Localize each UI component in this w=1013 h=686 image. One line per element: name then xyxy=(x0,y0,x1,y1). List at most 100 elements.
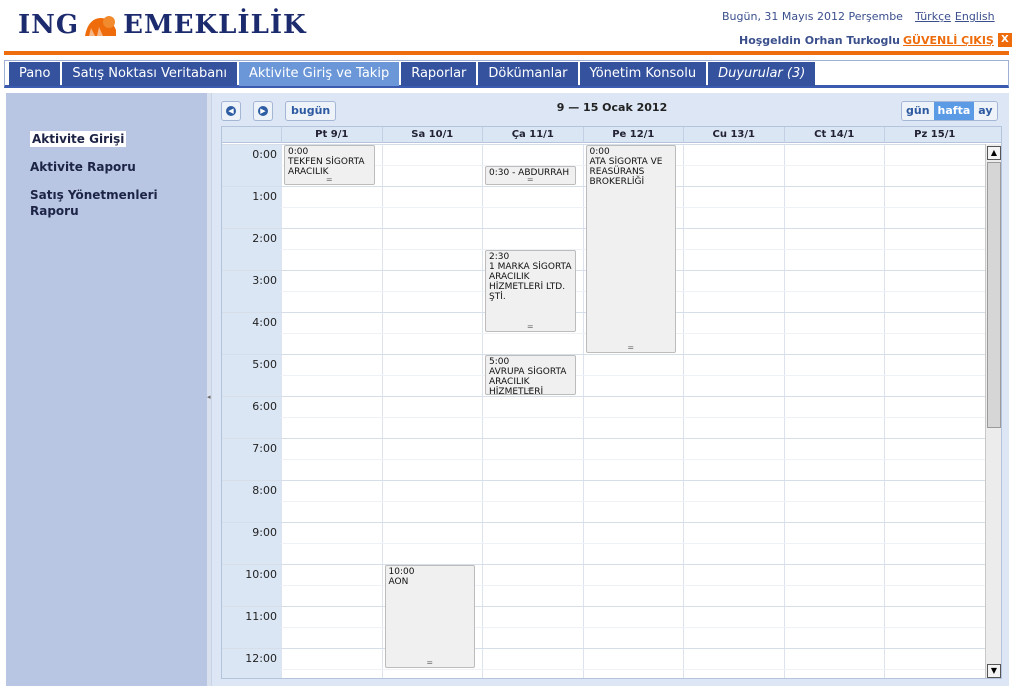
hour-label: 8:00 xyxy=(252,484,277,497)
left-sidebar: Aktivite Girişi Aktivite Raporu Satış Yöne… xyxy=(6,93,207,686)
ing-emeklilik-logo[interactable]: ING EMEKLİLİK xyxy=(18,10,307,40)
sidebar-item-label: Aktivite Raporu xyxy=(30,160,136,174)
vertical-scrollbar[interactable]: ▲ ▼ xyxy=(985,144,1001,678)
language-switcher: Türkçe English xyxy=(915,10,999,23)
day-header-row: Pt 9/1 Sa 10/1 Ça 11/1 Pe 12/1 Cu 13/1 Ct 14/… xyxy=(222,127,1001,143)
hour-label: 6:00 xyxy=(252,400,277,413)
event-title: AON xyxy=(388,577,409,587)
sidebar-menu: Aktivite Girişi Aktivite Raporu Satış Yöne… xyxy=(30,131,207,218)
day-header[interactable]: Pt 9/1 xyxy=(281,127,382,143)
half-hour-gridline xyxy=(281,375,985,376)
sidebar-item-label: Satış Yönetmenleri Raporu xyxy=(30,188,158,218)
half-hour-gridline xyxy=(281,543,985,544)
event-title: 1 MARKA SİGORTA ARACILIK HİZMETLERİ LTD.… xyxy=(489,262,572,302)
hour-gridline xyxy=(222,480,985,481)
calendar-event[interactable]: 0:00 TEKFEN SİGORTA ARACILIK = xyxy=(284,145,375,185)
hour-label: 7:00 xyxy=(252,442,277,455)
current-date: Bugün, 31 Mayıs 2012 Perşembe xyxy=(722,10,903,23)
day-header[interactable]: Cu 13/1 xyxy=(683,127,784,143)
hour-label: 12:00 xyxy=(245,652,277,665)
next-week-button[interactable]: ▶ xyxy=(253,101,273,121)
view-option[interactable]: hafta xyxy=(933,102,975,120)
hour-gridline xyxy=(222,354,985,355)
scroll-up-icon[interactable]: ▲ xyxy=(987,146,1001,160)
event-time: 0:00 xyxy=(589,147,610,157)
nav-tab[interactable]: Raporlar xyxy=(401,62,477,86)
event-time: 0:00 xyxy=(288,147,309,157)
nav-tab[interactable]: Satış Noktası Veritabanı xyxy=(62,62,238,86)
lang-english-link[interactable]: English xyxy=(955,10,995,23)
resize-handle-icon[interactable]: = xyxy=(285,176,374,184)
sidebar-item[interactable]: Aktivite Raporu xyxy=(30,159,207,175)
hour-gridline xyxy=(222,522,985,523)
lang-turkish-link[interactable]: Türkçe xyxy=(915,10,951,23)
hour-label: 11:00 xyxy=(245,610,277,623)
hour-label: 4:00 xyxy=(252,316,277,329)
hour-gridline xyxy=(222,564,985,565)
hour-label: 5:00 xyxy=(252,358,277,371)
resize-handle-icon[interactable]: = xyxy=(386,659,475,667)
resize-handle-icon[interactable]: = xyxy=(486,386,575,394)
lion-logo-icon xyxy=(83,10,119,40)
hour-gridline xyxy=(222,648,985,649)
event-title: TEKFEN SİGORTA ARACILIK xyxy=(288,157,365,177)
sidebar-item[interactable]: Satış Yönetmenleri Raporu xyxy=(30,187,207,218)
prev-week-button[interactable]: ◀ xyxy=(221,101,241,121)
day-column-divider xyxy=(281,144,282,678)
half-hour-gridline xyxy=(281,669,985,670)
nav-tab[interactable]: Duyurular (3) xyxy=(708,62,816,86)
calendar-toolbar: ◀ ▶ bugün 9 — 15 Ocak 2012 gün hafta ay xyxy=(212,93,1010,127)
resize-handle-icon[interactable]: = xyxy=(486,176,575,184)
day-header[interactable]: Ct 14/1 xyxy=(783,127,885,143)
day-column-divider xyxy=(783,144,785,678)
day-header[interactable]: Pz 15/1 xyxy=(884,127,985,143)
calendar-event[interactable]: 5:00 AVRUPA SİGORTA ARACILIK HİZMETLERİ = xyxy=(485,355,576,395)
nav-tab[interactable]: Aktivite Giriş ve Takip xyxy=(239,62,400,86)
day-header[interactable]: Pe 12/1 xyxy=(582,127,684,143)
hour-gridline xyxy=(222,438,985,439)
view-option[interactable]: ay xyxy=(974,102,997,120)
chevron-left-icon: ◀ xyxy=(226,106,236,116)
day-column-divider xyxy=(582,144,584,678)
event-time: 10:00 xyxy=(388,567,415,577)
day-column-divider xyxy=(381,144,383,678)
day-header[interactable]: Ça 11/1 xyxy=(482,127,583,143)
resize-handle-icon[interactable]: = xyxy=(587,344,676,352)
day-column-divider xyxy=(683,144,684,678)
view-option[interactable]: gün xyxy=(902,102,934,120)
day-header[interactable]: Sa 10/1 xyxy=(381,127,483,143)
calendar-event[interactable]: 0:00 ATA SİGORTA VE REASÜRANS BROKERLİĞİ = xyxy=(585,145,676,353)
chevron-right-icon: ▶ xyxy=(258,106,268,116)
nav-tab[interactable]: Pano xyxy=(9,62,61,86)
nav-tab[interactable]: Dökümanlar xyxy=(478,62,578,86)
event-title: ATA SİGORTA VE REASÜRANS BROKERLİĞİ xyxy=(589,157,663,187)
time-column: 0:00 1:00 2:00 3:00 4:00 5:00 6:00 7:00 8:00 9:00… xyxy=(222,144,281,678)
calendar-event[interactable]: 2:30 1 MARKA SİGORTA ARACILIK HİZMETLERİ … xyxy=(485,250,576,332)
today-button[interactable]: bugün xyxy=(285,101,337,121)
resize-handle-icon[interactable]: = xyxy=(486,323,575,331)
sidebar-item[interactable]: Aktivite Girişi xyxy=(30,131,207,147)
hour-label: 10:00 xyxy=(245,568,277,581)
logout-label: GÜVENLİ ÇIKIŞ xyxy=(903,33,994,47)
hour-label: 3:00 xyxy=(252,274,277,287)
half-hour-gridline xyxy=(281,501,985,502)
half-hour-gridline xyxy=(281,417,985,418)
calendar-event[interactable]: 0:30 - ABDURRAH = xyxy=(485,166,576,185)
header-divider xyxy=(4,51,1009,55)
scroll-thumb[interactable] xyxy=(987,162,1001,428)
nav-tab[interactable]: Yönetim Konsolu xyxy=(579,62,707,86)
close-icon: X xyxy=(997,33,1012,47)
half-hour-gridline xyxy=(281,459,985,460)
hour-gridline xyxy=(222,396,985,397)
day-column-divider xyxy=(884,144,885,678)
hour-label: 1:00 xyxy=(252,190,277,203)
logout-link[interactable]: GÜVENLİ ÇIKIŞ X xyxy=(903,33,1012,47)
event-time: 2:30 xyxy=(489,252,510,262)
week-grid: Pt 9/1 Sa 10/1 Ça 11/1 Pe 12/1 Cu 13/1 Ct 14/… xyxy=(221,126,1002,679)
calendar-event[interactable]: 10:00 AON = xyxy=(384,565,475,668)
hour-label: 9:00 xyxy=(252,526,277,539)
day-column-divider xyxy=(482,144,483,678)
scroll-down-icon[interactable]: ▼ xyxy=(987,664,1001,678)
hour-label: 2:00 xyxy=(252,232,277,245)
app-root: ING EMEKLİLİK Bugün, 31 Mayıs 2012 Perşe… xyxy=(0,0,1013,686)
